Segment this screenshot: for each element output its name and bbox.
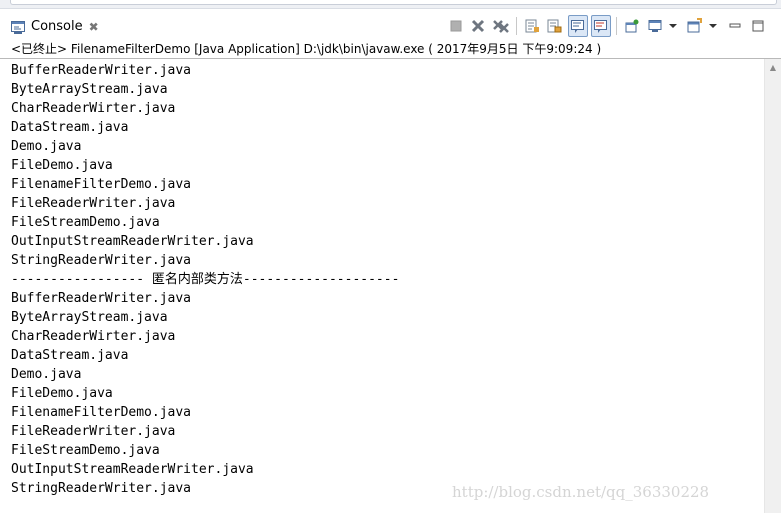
minimize-icon — [729, 23, 741, 28]
console-line: FileStreamDemo.java — [11, 443, 160, 458]
toolbar-separator — [616, 17, 617, 35]
new-console-icon — [687, 18, 702, 33]
console-line: CharReaderWirter.java — [11, 329, 176, 344]
show-stderr-icon — [594, 20, 607, 33]
maximize-button[interactable] — [748, 15, 768, 37]
remove-launch-button[interactable] — [468, 15, 488, 37]
scroll-up-arrow-icon[interactable]: ▲ — [765, 59, 781, 76]
console-toolbar — [0, 15, 781, 37]
console-line: ----------------- 匿名内部类方法---------------… — [11, 272, 400, 287]
scroll-lock-icon — [547, 19, 562, 33]
console-line: ByteArrayStream.java — [11, 82, 168, 97]
chevron-down-icon — [709, 24, 717, 28]
console-output-text: BufferReaderWriter.java ByteArrayStream.j… — [11, 61, 399, 498]
process-status-line: <已终止> FilenameFilterDemo [Java Applicati… — [11, 42, 602, 56]
watermark: http://blog.csdn.net/qq_36330228 — [452, 483, 710, 501]
console-line: OutInputStreamReaderWriter.java — [11, 234, 254, 249]
clear-console-icon — [525, 19, 539, 33]
console-line: FileStreamDemo.java — [11, 215, 160, 230]
show-when-stdout-button[interactable] — [568, 15, 588, 37]
vertical-scrollbar[interactable]: ▲ — [764, 59, 781, 513]
console-line: Demo.java — [11, 139, 82, 154]
console-line: FileDemo.java — [11, 386, 113, 401]
console-line: FileDemo.java — [11, 158, 113, 173]
open-console-dropdown[interactable] — [708, 15, 718, 37]
console-line: FileReaderWriter.java — [11, 424, 176, 439]
console-view-header: Console ✖ — [0, 9, 781, 40]
display-selected-console-button[interactable] — [645, 15, 665, 37]
scroll-lock-button[interactable] — [544, 15, 564, 37]
console-line: DataStream.java — [11, 120, 129, 135]
console-line: CharReaderWirter.java — [11, 101, 176, 116]
console-line: FilenameFilterDemo.java — [11, 177, 192, 192]
console-line: OutInputStreamReaderWriter.java — [11, 462, 254, 477]
remove-all-x-icon — [493, 20, 509, 33]
console-line: BufferReaderWriter.java — [11, 63, 192, 78]
console-line: FilenameFilterDemo.java — [11, 405, 192, 420]
pin-icon — [625, 19, 639, 33]
terminate-button[interactable] — [446, 15, 466, 37]
console-line: Demo.java — [11, 367, 82, 382]
display-console-dropdown[interactable] — [668, 15, 678, 37]
maximize-icon — [752, 20, 764, 32]
console-line: DataStream.java — [11, 348, 129, 363]
show-when-stderr-button[interactable] — [591, 15, 611, 37]
minimize-button[interactable] — [725, 15, 745, 37]
pin-console-button[interactable] — [622, 15, 642, 37]
console-line: StringReaderWriter.java — [11, 253, 192, 268]
console-line: ByteArrayStream.java — [11, 310, 168, 325]
remove-x-icon — [471, 19, 485, 33]
stop-square-icon — [450, 20, 462, 32]
clear-console-button[interactable] — [522, 15, 542, 37]
monitor-icon — [648, 20, 662, 32]
console-line: FileReaderWriter.java — [11, 196, 176, 211]
remove-all-terminated-button[interactable] — [491, 15, 511, 37]
toolbar-separator — [516, 17, 517, 35]
show-stdout-icon — [571, 20, 584, 33]
open-console-button[interactable] — [684, 15, 704, 37]
console-line: BufferReaderWriter.java — [11, 291, 192, 306]
console-output-area[interactable]: BufferReaderWriter.java ByteArrayStream.j… — [0, 58, 781, 513]
editor-frame-edge — [10, 0, 777, 5]
console-line: StringReaderWriter.java — [11, 481, 192, 496]
chevron-down-icon — [669, 24, 677, 28]
editor-area-edge — [0, 0, 781, 9]
